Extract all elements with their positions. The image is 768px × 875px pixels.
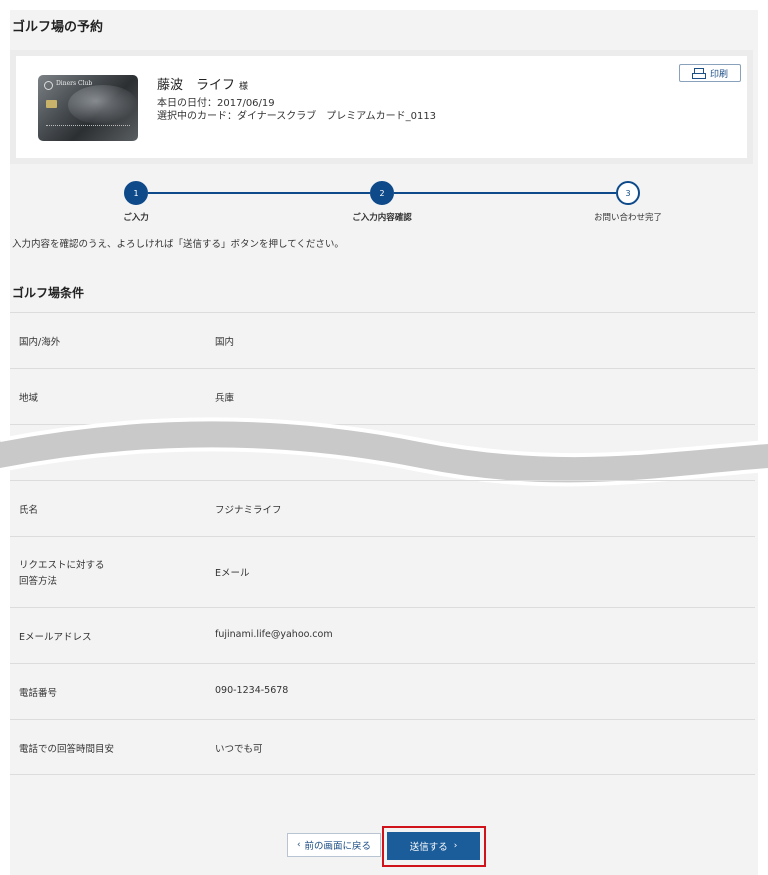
row-label-line2: 回答方法 (19, 576, 58, 587)
chevron-right-icon: › (453, 841, 458, 851)
table-row: リクエストに対する 回答方法 Eメール (10, 536, 755, 607)
step-line-1-2 (148, 192, 370, 194)
step-label-1: ご入力 (123, 213, 149, 223)
row-label: Eメールアドレス (19, 632, 92, 643)
row-value: 兵庫 (215, 393, 235, 404)
conditions-table-bottom: 氏名 フジナミライフ リクエストに対する 回答方法 Eメール Eメールアドレス … (10, 480, 755, 775)
instruction-text: 入力内容を確認のうえ、よろしければ「送信する」ボタンを押してください。 (12, 239, 344, 250)
row-value: fujinami.life@yahoo.com (215, 629, 333, 640)
member-info-panel: Diners Club 藤波 ライフ様 本日の日付：2017/06/19 選択中… (10, 50, 753, 164)
print-button[interactable]: 印刷 (679, 64, 741, 82)
card-world-graphic (68, 85, 138, 125)
chevron-left-icon: ‹ (296, 840, 301, 850)
step-label-2: ご入力内容確認 (352, 213, 412, 223)
row-value: Eメール (215, 568, 250, 579)
page-title: ゴルフ場の予約 (12, 20, 104, 35)
submit-button-label: 送信する (409, 842, 448, 853)
step-circle-2: 2 (370, 181, 394, 205)
back-button-label: 前の画面に戻る (304, 841, 372, 852)
print-button-label: 印刷 (709, 69, 728, 80)
card-number-line (46, 125, 130, 127)
row-label: 氏名 (19, 505, 39, 516)
member-honorific: 様 (239, 82, 249, 92)
step-circle-3: 3 (616, 181, 640, 205)
selected-card: 選択中のカード：ダイナースクラブ プレミアムカード_0113 (157, 111, 437, 122)
credit-card-image: Diners Club (38, 75, 138, 141)
back-button[interactable]: ‹ 前の画面に戻る (287, 833, 381, 857)
footer-buttons: ‹ 前の画面に戻る 送信する › (0, 826, 768, 867)
card-logo-icon (44, 81, 53, 90)
row-label: 電話番号 (19, 688, 58, 699)
step-label-3: お問い合わせ完了 (593, 213, 663, 223)
progress-stepper: 1 2 3 ご入力 ご入力内容確認 お問い合わせ完了 (0, 180, 768, 225)
card-chip (46, 100, 57, 108)
row-value: いつでも可 (215, 744, 263, 755)
submit-button[interactable]: 送信する › (387, 832, 480, 860)
section-title: ゴルフ場条件 (12, 286, 85, 300)
row-label-line1: リクエストに対する (19, 560, 105, 571)
row-value: フジナミライフ (215, 505, 282, 516)
printer-icon (691, 68, 706, 79)
step-line-2-3 (394, 192, 616, 194)
step-circle-1: 1 (124, 181, 148, 205)
card-logo-text: Diners Club (56, 80, 93, 87)
table-row: 電話番号 090-1234-5678 (10, 663, 755, 719)
row-value: 国内 (215, 337, 235, 348)
row-label: 国内/海外 (19, 337, 61, 348)
row-label: 地域 (19, 393, 39, 404)
row-label: 電話での回答時間目安 (19, 744, 115, 755)
table-row: 氏名 フジナミライフ (10, 480, 755, 536)
member-name-text: 藤波 ライフ (157, 78, 236, 93)
member-name: 藤波 ライフ様 (157, 74, 248, 93)
table-row: 国内/海外 国内 (10, 312, 755, 368)
row-value: 090-1234-5678 (215, 685, 289, 696)
member-info-inner: Diners Club 藤波 ライフ様 本日の日付：2017/06/19 選択中… (16, 56, 747, 158)
table-row: Eメールアドレス fujinami.life@yahoo.com (10, 607, 755, 663)
table-row: 電話での回答時間目安 いつでも可 (10, 719, 755, 775)
